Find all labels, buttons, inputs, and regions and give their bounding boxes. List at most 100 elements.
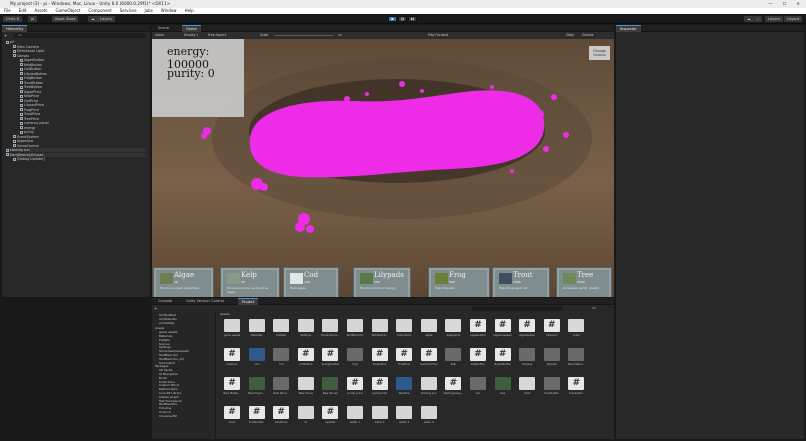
asset-item[interactable]: New Scene [296, 377, 316, 397]
tab-game[interactable]: Game [182, 25, 201, 32]
minimize-button[interactable]: — [769, 0, 773, 8]
asset-item[interactable]: # Creature [222, 348, 242, 368]
asset-item[interactable]: # purityscript [370, 377, 390, 397]
asset-item[interactable]: Materials [247, 319, 267, 339]
asset-item[interactable]: # troutbutton [247, 406, 267, 426]
version-control-button[interactable]: pi [28, 16, 38, 22]
card-trout-button[interactable]: Trout 1000 Eats frogs and cod [492, 267, 550, 297]
project-add-icon[interactable]: + [154, 306, 160, 311]
tab-scene[interactable]: Scene [154, 25, 173, 32]
asset-item[interactable]: lilypads [542, 348, 562, 368]
asset-item[interactable]: sun [468, 377, 488, 397]
tab-unity-version-control[interactable]: Unity Version Control [182, 298, 228, 305]
asset-item[interactable]: water 4 [419, 406, 439, 426]
breadcrumb[interactable]: Assets [218, 312, 612, 317]
tab-inspector[interactable]: Inspector [616, 25, 641, 32]
asset-item[interactable]: water 3 [394, 406, 414, 426]
search-icon[interactable]: ⌕ [754, 16, 763, 22]
asset-item[interactable]: New Rend... [271, 377, 291, 397]
asset-item[interactable]: tree [493, 377, 513, 397]
game-viewport[interactable]: energy: 100000 purity: 0 Change Season A… [152, 39, 614, 297]
hierarchy-search-input[interactable]: All [14, 33, 146, 38]
asset-item[interactable]: # startingenerg... [443, 377, 463, 397]
asset-item[interactable]: starting sun [419, 377, 439, 397]
asset-item[interactable]: # lilypadbutton [493, 348, 513, 368]
asset-item[interactable]: algaeprice [443, 319, 463, 339]
asset-item[interactable]: TerrainSamp... [320, 319, 340, 339]
pause-button[interactable] [398, 16, 407, 22]
project-search-input[interactable] [472, 306, 562, 311]
asset-item[interactable]: # purity price [345, 377, 365, 397]
asset-item[interactable]: # New Materi... [222, 377, 242, 397]
card-tree-button[interactable]: Tree 2000 Increases purity greatly [556, 267, 612, 297]
asset-item[interactable]: TextMesh Pro [345, 319, 365, 339]
asset-item[interactable]: lilypads [517, 348, 537, 368]
asset-item[interactable]: Readme [394, 377, 414, 397]
asset-item[interactable]: frog [345, 348, 365, 368]
asset-item[interactable]: # FrogPrice [394, 348, 414, 368]
asset-item[interactable]: water 2 [370, 406, 390, 426]
asset-item[interactable]: # billboard [542, 319, 562, 339]
asset-item[interactable]: UI [296, 406, 316, 426]
asset-item[interactable]: Prefabs [271, 319, 291, 339]
favorite-item[interactable]: All Prefabs [159, 321, 174, 326]
tab-hierarchy[interactable]: Hierarchy [2, 25, 28, 32]
asset-item[interactable]: Cube [566, 319, 586, 339]
layers-dropdown[interactable]: Layers [765, 16, 783, 22]
close-button[interactable]: ✕ [796, 0, 800, 8]
package-item[interactable]: Universal RP [159, 414, 177, 419]
gizmos-dropdown[interactable]: Gizmos [582, 32, 593, 39]
asset-item[interactable]: # trout [222, 406, 242, 426]
asset-item[interactable]: TutorialInfo [394, 319, 414, 339]
mesh-icon [347, 348, 363, 361]
asset-item[interactable]: trout [517, 377, 537, 397]
card-algae-button[interactable]: Algae 20 Produces small quantities [153, 267, 214, 297]
plugin-button[interactable]: Layers [97, 16, 115, 22]
asset-item[interactable]: TextMesh P... [370, 319, 390, 339]
change-season-button[interactable]: Change Season [589, 46, 610, 60]
asset-item[interactable]: # treebutton [566, 377, 586, 397]
asset-item[interactable]: # kelpbutton [468, 348, 488, 368]
asset-item[interactable]: # frogbutton [370, 348, 390, 368]
scale-slider[interactable] [274, 35, 334, 36]
asset-store-button[interactable]: Asset Store [52, 16, 79, 22]
tab-project[interactable]: Project [238, 298, 259, 305]
play-focused-dropdown[interactable]: Play Focused [428, 32, 448, 39]
asset-item[interactable]: # codbutton [296, 348, 316, 368]
asset-item[interactable]: # algaeonspawn [493, 319, 513, 339]
asset-item[interactable]: algae [419, 319, 439, 339]
cloud-services-icon[interactable]: ☁ [744, 16, 754, 22]
card-frog-button[interactable]: Frog 500 Eats lilypads [428, 267, 490, 297]
aspect-dropdown[interactable]: Free Aspect [208, 32, 226, 39]
asset-item[interactable]: # algaebutton [468, 319, 488, 339]
asset-item[interactable]: New Materi... [566, 348, 586, 368]
step-button[interactable] [408, 16, 417, 22]
maximize-button[interactable]: ☐ [783, 0, 787, 8]
asset-item[interactable]: # updater [320, 406, 340, 426]
asset-item[interactable]: New Terrain [320, 377, 340, 397]
play-button[interactable] [388, 16, 397, 22]
asset-item[interactable]: cod [271, 348, 291, 368]
stats-button[interactable]: Stats [566, 32, 574, 39]
asset-item[interactable]: cod [247, 348, 267, 368]
add-icon[interactable]: + [4, 33, 10, 38]
display-dropdown[interactable]: Game [155, 32, 164, 39]
tab-console[interactable]: Console [154, 298, 176, 305]
card-cod-button[interactable]: Cod 100 Eats algae [283, 267, 339, 297]
asset-item[interactable]: water 1 [345, 406, 365, 426]
asset-item[interactable]: New Physic... [247, 377, 267, 397]
asset-item[interactable]: # energybutton [320, 348, 340, 368]
layout-dropdown[interactable]: Layout [784, 16, 803, 22]
card-kelp-button[interactable]: Kelp 50 Produces twice as much as algae [220, 267, 280, 297]
asset-item[interactable]: troutbutton [542, 377, 562, 397]
display-number-dropdown[interactable]: Display 1 [184, 32, 198, 39]
account-button[interactable]: Unity 6 [3, 16, 22, 22]
asset-item[interactable]: # GameControl [419, 348, 439, 368]
asset-item[interactable]: Settings [296, 319, 316, 339]
card-lilypads-button[interactable]: Lilypads 200 Produces lots of energy [353, 267, 411, 297]
asset-item[interactable]: game assets [222, 319, 242, 339]
hierarchy-row[interactable]: [Debug Updater] [13, 157, 45, 161]
asset-item[interactable]: kelp [443, 348, 463, 368]
asset-item[interactable]: # AlgaeSpawn [517, 319, 537, 339]
asset-item[interactable]: # troutPrice [271, 406, 291, 426]
